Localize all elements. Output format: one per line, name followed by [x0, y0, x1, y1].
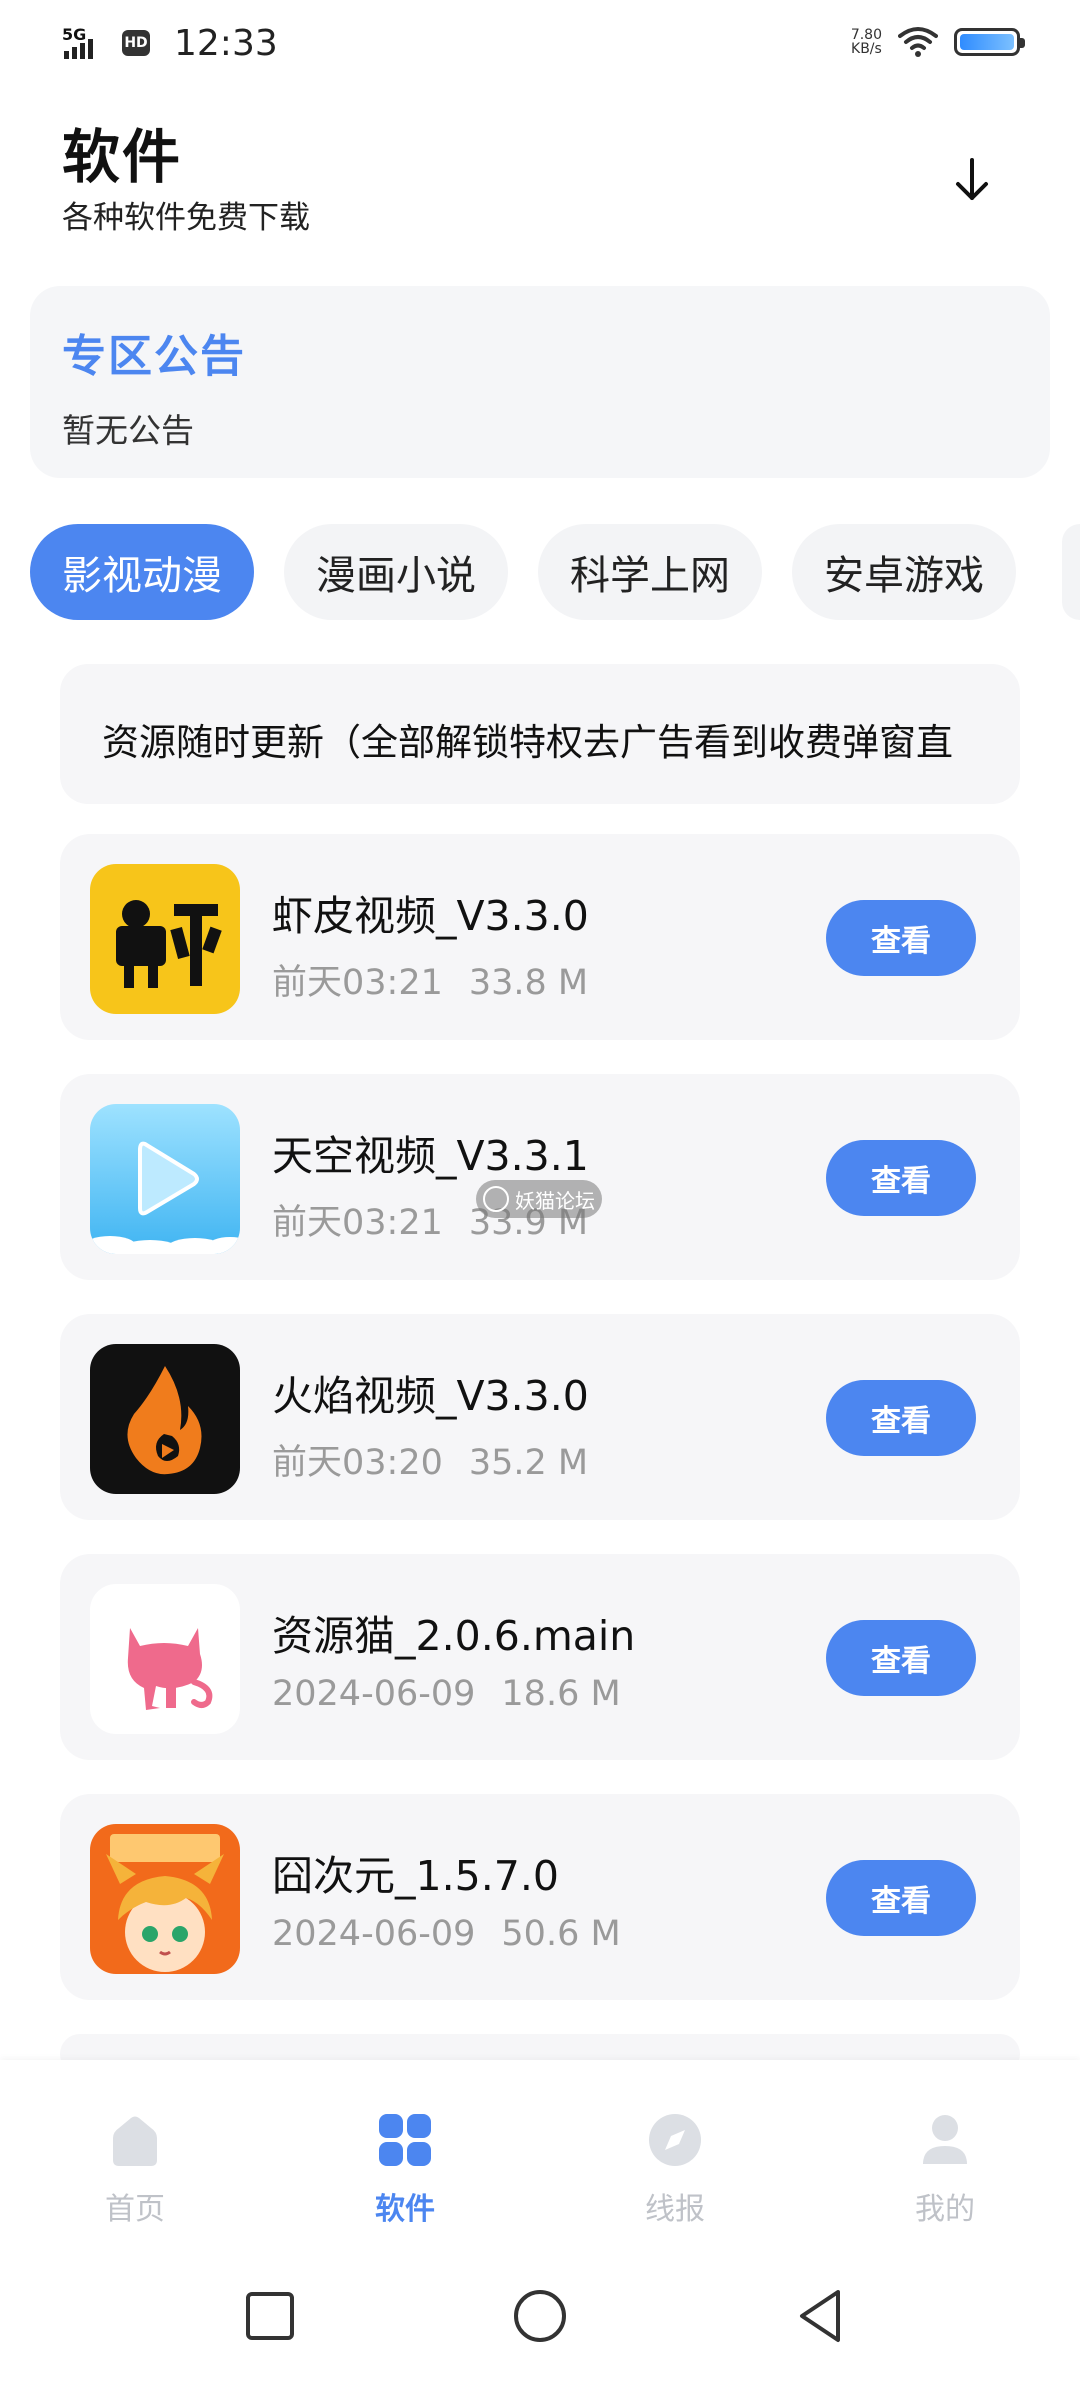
app-meta: 2024-06-09 18.6 M [272, 1674, 621, 1714]
app-date: 前天03:21 [272, 1203, 443, 1243]
tab-anzhuo-youxi[interactable]: 安卓游戏 [792, 524, 1016, 620]
xiapi-app-icon [90, 864, 240, 1014]
app-size: 35.2 M [468, 1443, 589, 1483]
home-icon [113, 2116, 157, 2166]
watermark-text: 妖猫论坛 [515, 1188, 595, 1213]
tiankong-app-icon [90, 1104, 240, 1254]
recents-icon[interactable] [240, 2286, 300, 2346]
category-tabs: 影视动漫 漫画小说 科学上网 安卓游戏 [30, 524, 1080, 620]
announcement-card: 专区公告 暂无公告 [30, 286, 1050, 478]
battery-icon [954, 28, 1025, 56]
app-name: 天空视频_V3.3.1 [272, 1132, 589, 1180]
system-nav-bar [0, 2240, 1080, 2400]
view-button[interactable]: 查看 [826, 1860, 976, 1936]
app-date: 2024-06-09 [272, 1674, 476, 1714]
nav-mine-label: 我的 [915, 2192, 975, 2227]
app-meta: 2024-06-09 50.6 M [272, 1914, 621, 1954]
marquee-text: 资源随时更新（全部解锁特权去广告看到收费弹窗直 [102, 721, 953, 764]
tab-yingshi-dongman[interactable]: 影视动漫 [30, 524, 254, 620]
app-date: 2024-06-09 [272, 1914, 476, 1954]
status-bar: 5G HD 12:33 7.80 KB/s [0, 0, 1080, 80]
nav-home-label: 首页 [105, 2192, 165, 2227]
nav-home[interactable]: 首页 [65, 2110, 205, 2228]
watermark: 妖猫论坛 [476, 1180, 602, 1218]
compass-icon [649, 2114, 701, 2166]
app-size: 18.6 M [501, 1674, 621, 1714]
view-button[interactable]: 查看 [826, 1380, 976, 1456]
view-button[interactable]: 查看 [826, 1620, 976, 1696]
app-name: 火焰视频_V3.3.0 [272, 1372, 589, 1420]
person-icon [923, 2115, 967, 2164]
network-speed: 7.80 KB/s [850, 27, 882, 57]
app-meta: 前天03:21 33.8 M [272, 954, 588, 1005]
app-date: 前天03:21 [272, 963, 443, 1003]
announcement-text: 暂无公告 [62, 411, 194, 450]
ziyuanmao-app-icon [90, 1584, 240, 1734]
page-subtitle: 各种软件免费下载 [62, 200, 310, 236]
hd-icon: HD [122, 30, 150, 56]
nav-software[interactable]: 软件 [335, 2110, 475, 2228]
app-date: 前天03:20 [272, 1443, 443, 1483]
arrow-down-icon[interactable] [942, 150, 1002, 210]
app-name: 囧次元_1.5.7.0 [272, 1852, 559, 1900]
wifi-icon [898, 27, 938, 57]
watermark-logo-icon [483, 1186, 509, 1212]
app-card[interactable]: 囧次元_1.5.7.0 2024-06-09 50.6 M 查看 [60, 1794, 1020, 2000]
signal-icon: 5G [62, 23, 112, 63]
status-right: 7.80 KB/s [850, 22, 1025, 62]
tab-overflow-edge [1062, 524, 1080, 620]
tab-manhua-xiaoshuo[interactable]: 漫画小说 [284, 524, 508, 620]
status-left: 5G HD 12:33 [62, 18, 278, 68]
announcement-title: 专区公告 [62, 331, 246, 382]
home-circle-icon[interactable] [510, 2286, 570, 2346]
page-title: 软件 [62, 123, 183, 191]
app-name: 虾皮视频_V3.3.0 [272, 892, 589, 940]
app-size: 50.6 M [501, 1914, 621, 1954]
back-icon[interactable] [790, 2286, 850, 2346]
nav-xianbao-label: 线报 [645, 2192, 705, 2227]
nav-software-label: 软件 [375, 2192, 435, 2227]
view-button[interactable]: 查看 [826, 900, 976, 976]
nav-mine[interactable]: 我的 [875, 2110, 1015, 2228]
app-card[interactable]: 资源猫_2.0.6.main 2024-06-09 18.6 M 查看 [60, 1554, 1020, 1760]
nav-xianbao[interactable]: 线报 [605, 2110, 745, 2228]
app-name: 资源猫_2.0.6.main [272, 1612, 636, 1660]
bottom-nav: 首页 软件 线报 我的 [0, 2060, 1080, 2240]
huoyan-app-icon [90, 1344, 240, 1494]
app-meta: 前天03:20 35.2 M [272, 1434, 588, 1485]
app-size: 33.8 M [468, 963, 589, 1003]
grid-icon [379, 2114, 431, 2166]
tab-kexue-shangwang[interactable]: 科学上网 [538, 524, 762, 620]
clock: 12:33 [174, 22, 278, 64]
app-card[interactable]: 虾皮视频_V3.3.0 前天03:21 33.8 M 查看 [60, 834, 1020, 1040]
jiongciyuan-app-icon [90, 1824, 240, 1974]
marquee-notice: 资源随时更新（全部解锁特权去广告看到收费弹窗直 [60, 664, 1020, 804]
app-card[interactable]: 天空视频_V3.3.1 前天03:21 33.9 M 查看 [60, 1074, 1020, 1280]
view-button[interactable]: 查看 [826, 1140, 976, 1216]
app-card[interactable]: 火焰视频_V3.3.0 前天03:20 35.2 M 查看 [60, 1314, 1020, 1520]
